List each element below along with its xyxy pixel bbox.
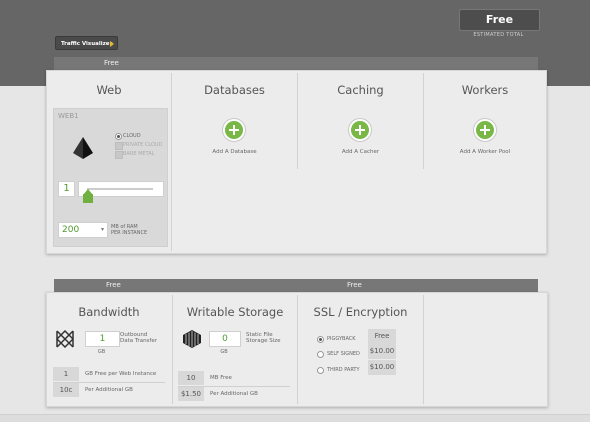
bandwidth-free-value: 1 bbox=[53, 367, 79, 381]
storage-free-value: 10 bbox=[178, 371, 204, 385]
slider-handle-tip-icon bbox=[83, 189, 93, 195]
caching-column: Caching Add A Cacher bbox=[298, 71, 423, 253]
bandwidth-column: Bandwidth 1 GB Outbound Data Transfer 1 … bbox=[47, 293, 171, 406]
bandwidth-icon bbox=[56, 330, 74, 348]
ssl-price-piggyback: Free bbox=[368, 329, 396, 344]
ssl-title: SSL / Encryption bbox=[313, 305, 408, 319]
web-card-name: WEB1 bbox=[58, 112, 79, 120]
slider-track bbox=[87, 188, 153, 190]
radio-cloud-label: CLOUD bbox=[123, 133, 141, 139]
ram-value: 200 bbox=[62, 225, 80, 235]
ram-select[interactable]: 200 ▾ bbox=[58, 222, 108, 238]
radio-bare-metal-label: BARE METAL bbox=[123, 151, 155, 157]
tier-label-bottom-left: Free bbox=[106, 281, 121, 289]
radio-private-cloud-label: PRIVATE CLOUD bbox=[123, 142, 163, 148]
storage-description: Static File Storage Size bbox=[246, 332, 281, 344]
ram-unit-label: MB of RAM PER INSTANCE bbox=[111, 224, 147, 236]
bandwidth-additional-desc: Per Additional GB bbox=[85, 387, 133, 393]
workers-column: Workers Add A Worker Pool bbox=[424, 71, 546, 253]
instances-input[interactable]: 1 bbox=[58, 181, 75, 197]
storage-input[interactable]: 0 bbox=[209, 331, 241, 347]
radio-private-cloud[interactable] bbox=[115, 142, 123, 150]
tier-bar-bottom: Free Free bbox=[54, 279, 538, 292]
tier-label-top: Free bbox=[104, 59, 119, 67]
bandwidth-free-desc: GB Free per Web Instance bbox=[85, 371, 157, 377]
ram-unit-line2: PER INSTANCE bbox=[111, 230, 148, 236]
storage-title: Writable Storage bbox=[186, 305, 284, 319]
estimated-total-label: ESTIMATED TOTAL bbox=[473, 32, 524, 38]
services-panel: Web WEB1 CLOUD PRIVATE CLOUD BARE METAL … bbox=[46, 70, 547, 254]
add-cacher-button[interactable] bbox=[349, 119, 371, 141]
storage-free-desc: MB Free bbox=[210, 375, 232, 381]
tier-bar-top: Free bbox=[54, 57, 538, 70]
radio-bare-metal[interactable] bbox=[115, 151, 123, 159]
storage-additional-desc: Per Additional GB bbox=[210, 391, 258, 397]
estimated-total-value: Free bbox=[459, 9, 540, 31]
ssl-option-piggyback: PIGGYBACK bbox=[327, 336, 356, 342]
add-cacher-label[interactable]: Add A Cacher bbox=[298, 149, 423, 155]
ssl-price-third-party: $10.00 bbox=[368, 360, 396, 375]
storage-icon bbox=[183, 330, 201, 348]
add-database-label[interactable]: Add A Database bbox=[172, 149, 297, 155]
ssl-column: SSL / Encryption PIGGYBACK Free SELF SIG… bbox=[298, 293, 423, 406]
tier-label-bottom-right: Free bbox=[347, 281, 362, 289]
pyramid-icon bbox=[73, 137, 93, 159]
chevron-down-icon: ▾ bbox=[100, 226, 104, 233]
bandwidth-input[interactable]: 1 bbox=[85, 331, 120, 347]
traffic-visualizer-button[interactable]: Traffic Visualizer bbox=[55, 36, 118, 50]
storage-additional-price: $1.50 bbox=[178, 387, 204, 401]
bandwidth-unit: GB bbox=[97, 349, 106, 355]
resources-panel: Bandwidth 1 GB Outbound Data Transfer 1 … bbox=[46, 292, 548, 407]
bandwidth-additional-price: 10c bbox=[53, 383, 79, 397]
ssl-price-self-signed: $10.00 bbox=[368, 344, 396, 359]
caching-title: Caching bbox=[337, 83, 384, 97]
ssl-option-self-signed: SELF SIGNED bbox=[327, 351, 360, 357]
web-column: Web WEB1 CLOUD PRIVATE CLOUD BARE METAL … bbox=[47, 71, 171, 253]
add-worker-pool-label[interactable]: Add A Worker Pool bbox=[424, 149, 546, 155]
ssl-radio-piggyback[interactable] bbox=[317, 336, 324, 343]
web-title: Web bbox=[96, 83, 122, 97]
ssl-radio-third-party[interactable] bbox=[317, 367, 324, 374]
add-database-button[interactable] bbox=[223, 119, 245, 141]
divider bbox=[423, 295, 424, 404]
bandwidth-desc-line2: Data Transfer bbox=[120, 338, 157, 344]
databases-column: Databases Add A Database bbox=[172, 71, 297, 253]
ssl-option-third-party: THIRD PARTY bbox=[327, 367, 360, 373]
bandwidth-description: Outbound Data Transfer bbox=[120, 332, 157, 344]
ssl-radio-self-signed[interactable] bbox=[317, 351, 324, 358]
add-worker-pool-button[interactable] bbox=[474, 119, 496, 141]
bandwidth-title: Bandwidth bbox=[78, 305, 140, 319]
web-instance-card: WEB1 CLOUD PRIVATE CLOUD BARE METAL 1 20… bbox=[53, 108, 168, 247]
slider-handle[interactable] bbox=[83, 194, 93, 203]
workers-title: Workers bbox=[461, 83, 509, 97]
traffic-visualizer-label: Traffic Visualizer bbox=[61, 41, 113, 47]
databases-title: Databases bbox=[204, 83, 265, 97]
storage-unit: GB bbox=[220, 349, 228, 355]
radio-cloud[interactable] bbox=[115, 133, 122, 140]
storage-desc-line2: Storage Size bbox=[246, 338, 281, 344]
arrow-right-icon bbox=[110, 41, 114, 47]
storage-column: Writable Storage 0 GB Static File Storag… bbox=[173, 293, 297, 406]
